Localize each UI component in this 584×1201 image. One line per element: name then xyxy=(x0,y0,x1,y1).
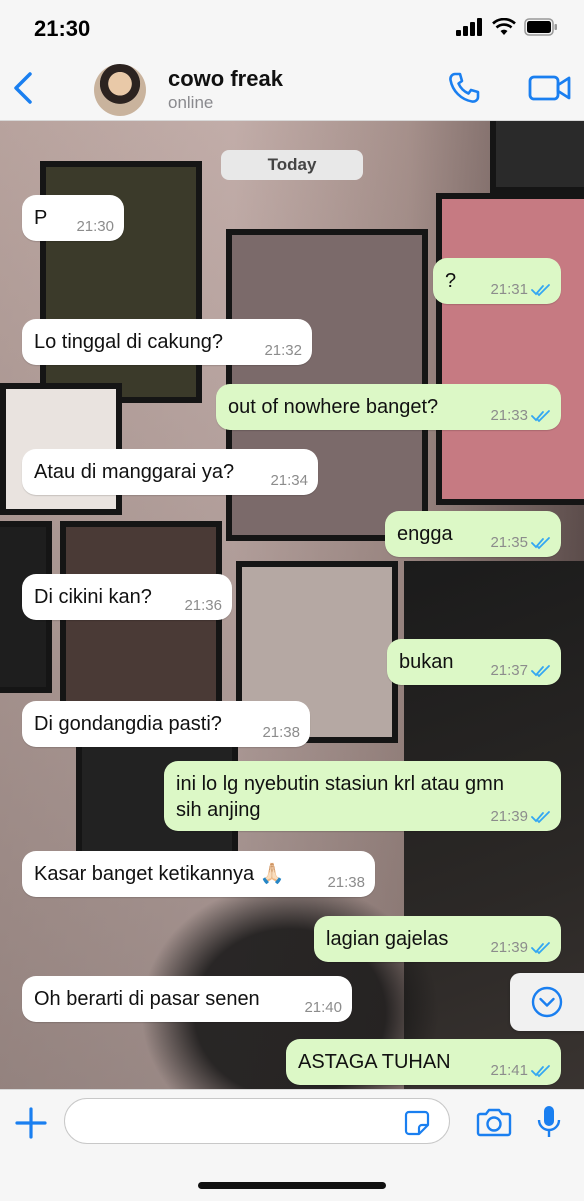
status-time: 21:30 xyxy=(34,16,91,41)
outgoing-message[interactable]: lagian gajelas 21:39 xyxy=(314,916,561,962)
phone-icon[interactable] xyxy=(446,70,482,106)
read-ticks-icon xyxy=(531,810,550,823)
signal-icon xyxy=(456,18,482,36)
chevron-left-icon[interactable] xyxy=(10,70,38,106)
message-text: Atau di manggarai ya? xyxy=(34,461,235,483)
avatar[interactable] xyxy=(94,64,146,116)
message-text: Oh berarti di pasar senen xyxy=(34,988,260,1010)
outgoing-message[interactable]: ASTAGA TUHAN 21:41 xyxy=(286,1039,561,1085)
outgoing-message[interactable]: ini lo lg nyebutin stasiun krl atau gmn … xyxy=(164,761,561,831)
incoming-message[interactable]: Lo tinggal di cakung? 21:32 xyxy=(22,319,312,365)
camera-icon[interactable] xyxy=(476,1106,512,1138)
message-text: Lo tinggal di cakung? xyxy=(34,331,224,353)
chevron-down-circle-icon xyxy=(531,986,563,1018)
incoming-message[interactable]: Atau di manggarai ya? 21:34 xyxy=(22,449,318,495)
read-ticks-icon xyxy=(531,536,550,549)
status-bar: 21:30 xyxy=(0,0,584,58)
message-meta: 21:34 xyxy=(270,472,308,489)
read-ticks-icon xyxy=(531,664,550,677)
incoming-message[interactable]: Di gondangdia pasti? 21:38 xyxy=(22,701,310,747)
message-meta: 21:33 xyxy=(490,407,551,424)
message-text: Kasar banget ketikannya 🙏🏻 xyxy=(34,863,285,885)
message-time: 21:35 xyxy=(490,534,528,551)
message-meta: 21:31 xyxy=(490,281,551,298)
status-icons xyxy=(456,18,558,36)
message-meta: 21:39 xyxy=(490,939,551,956)
message-time: 21:32 xyxy=(264,342,302,359)
wallpaper-poster xyxy=(436,193,584,505)
message-time: 21:30 xyxy=(76,218,114,235)
incoming-message[interactable]: Di cikini kan? 21:36 xyxy=(22,574,232,620)
contact-name[interactable]: cowo freak xyxy=(168,66,283,92)
chat-header: cowo freak online xyxy=(0,58,584,121)
message-meta: 21:37 xyxy=(490,662,551,679)
read-ticks-icon xyxy=(531,1064,550,1077)
outgoing-message[interactable]: engga 21:35 xyxy=(385,511,561,557)
wallpaper-poster xyxy=(490,121,584,193)
message-time: 21:38 xyxy=(327,874,365,891)
message-time: 21:31 xyxy=(490,281,528,298)
message-time: 21:36 xyxy=(184,597,222,614)
message-time: 21:37 xyxy=(490,662,528,679)
message-time: 21:33 xyxy=(490,407,528,424)
message-input[interactable] xyxy=(64,1098,450,1144)
chat-area[interactable]: Today P 21:30 ? 21:31 Lo tinggal di cakung? 2… xyxy=(0,121,584,1089)
outgoing-message[interactable]: out of nowhere banget? 21:33 xyxy=(216,384,561,430)
incoming-message[interactable]: Kasar banget ketikannya 🙏🏻 21:38 xyxy=(22,851,375,897)
battery-icon xyxy=(524,18,557,36)
read-ticks-icon xyxy=(531,283,550,296)
message-meta: 21:32 xyxy=(264,342,302,359)
incoming-message[interactable]: Oh berarti di pasar senen 21:40 xyxy=(22,976,352,1022)
read-ticks-icon xyxy=(531,409,550,422)
message-text: Di gondangdia pasti? xyxy=(34,713,222,735)
message-time: 21:39 xyxy=(490,939,528,956)
wifi-icon xyxy=(492,18,516,35)
message-time: 21:38 xyxy=(262,724,300,741)
input-bar xyxy=(0,1089,584,1201)
sticker-icon[interactable] xyxy=(404,1110,430,1136)
home-indicator xyxy=(198,1182,386,1189)
outgoing-message[interactable]: ? 21:31 xyxy=(433,258,561,304)
plus-icon[interactable] xyxy=(14,1106,48,1140)
video-camera-icon[interactable] xyxy=(528,72,572,104)
message-time: 21:41 xyxy=(490,1062,528,1079)
read-ticks-icon xyxy=(531,941,550,954)
message-meta: 21:38 xyxy=(327,874,365,891)
date-separator: Today xyxy=(221,150,363,180)
microphone-icon[interactable] xyxy=(536,1104,562,1140)
message-meta: 21:38 xyxy=(262,724,300,741)
scroll-down-button[interactable] xyxy=(510,973,584,1031)
message-meta: 21:35 xyxy=(490,534,551,551)
contact-status: online xyxy=(168,93,214,112)
message-time: 21:34 xyxy=(270,472,308,489)
message-meta: 21:36 xyxy=(184,597,222,614)
message-time: 21:40 xyxy=(304,999,342,1016)
message-meta: 21:39 xyxy=(490,808,551,825)
message-meta: 21:41 xyxy=(490,1062,551,1079)
message-meta: 21:30 xyxy=(76,218,114,235)
incoming-message[interactable]: P 21:30 xyxy=(22,195,124,241)
message-time: 21:39 xyxy=(490,808,528,825)
outgoing-message[interactable]: bukan 21:37 xyxy=(387,639,561,685)
message-meta: 21:40 xyxy=(304,999,342,1016)
